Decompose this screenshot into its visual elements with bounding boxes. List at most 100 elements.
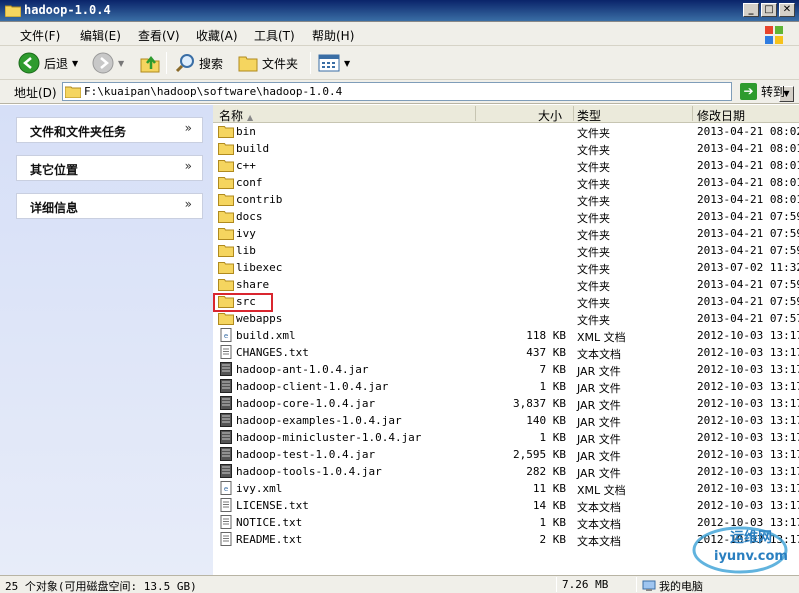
address-input[interactable]: F:\kuaipan\hadoop\software\hadoop-1.0.4 … [62, 82, 794, 102]
file-size: 1 KB [539, 516, 567, 529]
views-button[interactable]: ▼ [318, 50, 350, 76]
menu-favorites[interactable]: 收藏(A) [196, 27, 238, 44]
file-name: hadoop-ant-1.0.4.jar [236, 363, 369, 376]
table-row[interactable]: CHANGES.txt 437 KB 文本文档 2012-10-03 13:17 [213, 344, 799, 361]
column-type[interactable]: 类型 [577, 107, 601, 124]
folder-icon [5, 5, 21, 17]
folder-icon [65, 86, 81, 98]
chevron-down-icon[interactable]: ▼ [72, 59, 78, 68]
table-row[interactable]: hadoop-test-1.0.4.jar 2,595 KB JAR 文件 2012-… [213, 446, 799, 463]
folders-button[interactable]: 文件夹 [238, 50, 298, 76]
file-type: JAR 文件 [577, 399, 621, 412]
xml-file-icon: e [218, 481, 234, 495]
maximize-button[interactable]: □ [761, 3, 777, 17]
file-size: 14 KB [532, 499, 566, 512]
table-row[interactable]: lib 文件夹 2013-04-21 07:59 [213, 242, 799, 259]
table-row[interactable]: e ivy.xml 11 KB XML 文档 2012-10-03 13:17 [213, 480, 799, 497]
toolbar: 后退 ▼ ▼ 搜索 文件夹 ▼ [0, 46, 799, 80]
computer-icon [642, 580, 656, 591]
up-folder-button[interactable] [140, 50, 160, 76]
file-rows: bin 文件夹 2013-04-21 08:02 build 文件夹 2013-04-21… [213, 123, 799, 548]
minimize-button[interactable]: _ [743, 3, 759, 17]
file-size: 140 KB [526, 414, 566, 427]
column-name[interactable]: 名称 ▲ [219, 107, 253, 124]
table-row[interactable]: contrib 文件夹 2013-04-21 08:01 [213, 191, 799, 208]
file-size: 1 KB [539, 431, 567, 444]
table-row[interactable]: hadoop-ant-1.0.4.jar 7 KB JAR 文件 2012-10-03… [213, 361, 799, 378]
chevron-down-icon[interactable]: ▼ [344, 59, 350, 68]
other-places-section[interactable]: 其它位置 » [16, 155, 203, 181]
file-name: README.txt [236, 533, 303, 546]
column-date[interactable]: 修改日期 [697, 107, 745, 124]
svg-text:e: e [224, 332, 228, 340]
go-button[interactable]: ➔ 转到 [740, 83, 785, 100]
chevron-double-down-icon[interactable]: » [185, 159, 192, 173]
file-date: 2013-04-21 08:01 [697, 159, 799, 172]
file-type: 文件夹 [577, 314, 610, 327]
file-name: libexec [236, 261, 283, 274]
table-row[interactable]: c++ 文件夹 2013-04-21 08:01 [213, 157, 799, 174]
file-size: 3,837 KB [513, 397, 566, 410]
folder-icon [218, 124, 234, 138]
chevron-double-down-icon[interactable]: » [185, 121, 192, 135]
table-row[interactable]: build 文件夹 2013-04-21 08:01 [213, 140, 799, 157]
details-section[interactable]: 详细信息 » [16, 193, 203, 219]
file-date: 2013-04-21 08:02 [697, 125, 799, 138]
jar-file-icon [218, 464, 234, 478]
file-type: 文件夹 [577, 127, 610, 140]
address-label: 地址(D) [14, 86, 57, 100]
menu-help[interactable]: 帮助(H) [312, 27, 354, 44]
table-row[interactable]: src 文件夹 2013-04-21 07:59 [213, 293, 799, 310]
table-row[interactable]: hadoop-core-1.0.4.jar 3,837 KB JAR 文件 2012-… [213, 395, 799, 412]
file-type: JAR 文件 [577, 365, 621, 378]
table-row[interactable]: conf 文件夹 2013-04-21 08:01 [213, 174, 799, 191]
table-row[interactable]: hadoop-examples-1.0.4.jar 140 KB JAR 文件 201… [213, 412, 799, 429]
file-name: hadoop-examples-1.0.4.jar [236, 414, 402, 427]
file-size: 2 KB [539, 533, 567, 546]
address-path: F:\kuaipan\hadoop\software\hadoop-1.0.4 [84, 85, 343, 98]
table-row[interactable]: hadoop-minicluster-1.0.4.jar 1 KB JAR 文件 20… [213, 429, 799, 446]
file-date: 2013-04-21 07:59 [697, 210, 799, 223]
folder-icon [218, 226, 234, 240]
file-type: 文件夹 [577, 297, 610, 310]
table-row[interactable]: e build.xml 118 KB XML 文档 2012-10-03 13:17 [213, 327, 799, 344]
table-row[interactable]: LICENSE.txt 14 KB 文本文档 2012-10-03 13:17 [213, 497, 799, 514]
menu-edit[interactable]: 编辑(E) [80, 27, 121, 44]
up-folder-icon [140, 55, 160, 73]
file-type: XML 文档 [577, 484, 626, 497]
folder-icon [218, 209, 234, 223]
folder-icon [218, 141, 234, 155]
table-row[interactable]: bin 文件夹 2013-04-21 08:02 [213, 123, 799, 140]
file-date: 2012-10-03 13:17 [697, 329, 799, 342]
chevron-double-down-icon[interactable]: » [185, 197, 192, 211]
table-row[interactable]: ivy 文件夹 2013-04-21 07:59 [213, 225, 799, 242]
file-type: JAR 文件 [577, 467, 621, 480]
file-name: hadoop-core-1.0.4.jar [236, 397, 376, 410]
section-title: 其它位置 [30, 163, 79, 177]
file-name: LICENSE.txt [236, 499, 309, 512]
folder-icon [218, 243, 234, 257]
chevron-down-icon[interactable]: ▼ [118, 59, 124, 68]
file-folder-tasks-section[interactable]: 文件和文件夹任务 » [16, 117, 203, 143]
table-row[interactable]: share 文件夹 2013-04-21 07:59 [213, 276, 799, 293]
menu-tools[interactable]: 工具(T) [254, 27, 295, 44]
highlight-box [213, 293, 273, 312]
menu-view[interactable]: 查看(V) [138, 27, 180, 44]
table-row[interactable]: docs 文件夹 2013-04-21 07:59 [213, 208, 799, 225]
forward-arrow-icon [92, 52, 114, 74]
file-date: 2012-10-03 13:17 [697, 448, 799, 461]
table-row[interactable]: hadoop-client-1.0.4.jar 1 KB JAR 文件 2012-10… [213, 378, 799, 395]
table-row[interactable]: libexec 文件夹 2013-07-02 11:32 [213, 259, 799, 276]
file-type: 文件夹 [577, 263, 610, 276]
close-button[interactable]: ✕ [779, 3, 795, 17]
section-title: 文件和文件夹任务 [30, 125, 127, 139]
table-row[interactable]: webapps 文件夹 2013-04-21 07:57 [213, 310, 799, 327]
search-button[interactable]: 搜索 [175, 50, 223, 76]
file-date: 2013-04-21 07:59 [697, 295, 799, 308]
back-button[interactable]: 后退 ▼ [18, 50, 78, 76]
file-name: ivy.xml [236, 482, 283, 495]
table-row[interactable]: hadoop-tools-1.0.4.jar 282 KB JAR 文件 2012-1… [213, 463, 799, 480]
column-size[interactable]: 大小 [538, 107, 562, 124]
forward-button[interactable]: ▼ [92, 50, 124, 76]
menu-file[interactable]: 文件(F) [20, 27, 60, 44]
